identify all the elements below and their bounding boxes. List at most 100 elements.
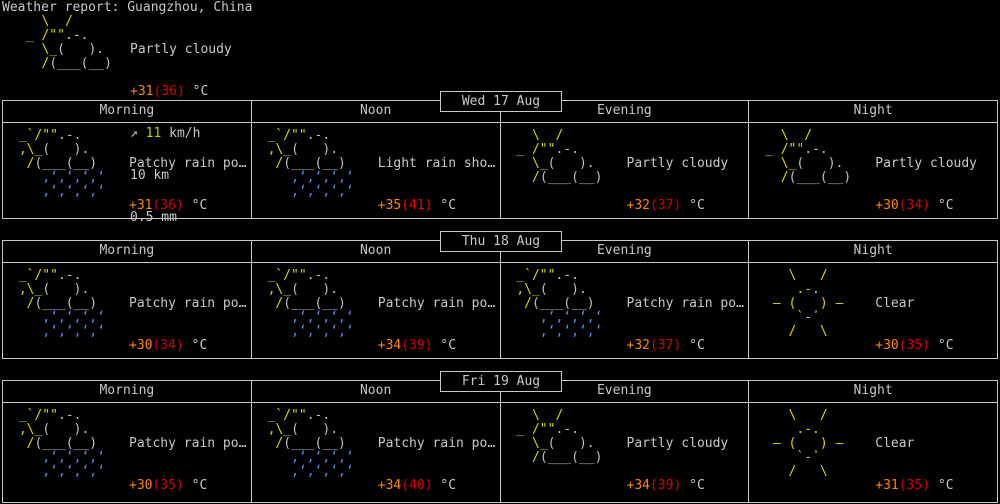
day-2-periods: Morning _`/"".-. ,\_( ). /(___(__) ‚ʻ‚ʻ‚… (2, 380, 998, 503)
temp-feels: (36) (152, 198, 184, 213)
temp-main: +31 (875, 478, 899, 493)
temperature-row: +35(41) °C (378, 199, 495, 213)
temp-unit: °C (432, 338, 457, 353)
period-cell-night: Night \ / .-. ― ( ) ― `-᾿ / \ Clear +30(… (749, 241, 997, 358)
day-tab-0: Wed 17 Aug (440, 91, 562, 112)
condition-text: Patchy rain po… (129, 436, 247, 451)
temperature-row: +30(35) °C (875, 339, 969, 353)
condition-text: Clear (875, 296, 915, 311)
temp-main: +34 (626, 478, 650, 493)
period-cell-noon: Noon _`/"".-. ,\_( ). /(___(__) ‚ʻ‚ʻ‚ʻ‚ʻ… (251, 241, 501, 358)
condition-text: Patchy rain po… (129, 156, 247, 171)
weather-icon: _`/"".-. ,\_( ). /(___(__) ‚ʻ‚ʻ‚ʻ‚ʻ ‚ʻ‚ʻ… (11, 128, 113, 199)
period-label: Morning (3, 381, 251, 403)
weather-icon: _`/"".-. ,\_( ). /(___(__) ‚ʻ‚ʻ‚ʻ‚ʻ ‚ʻ‚ʻ… (11, 268, 113, 339)
period-cell-noon: Noon _`/"".-. ,\_( ). /(___(__) ‚ʻ‚ʻ‚ʻ‚ʻ… (251, 381, 501, 502)
temp-feels: (41) (401, 198, 433, 213)
period-cell-evening: Evening _`/"".-. ,\_( ). /(___(__) ‚ʻ‚ʻ‚… (500, 241, 750, 358)
temp-unit: °C (681, 478, 705, 493)
weather-icon: \ / .-. ― ( ) ― `-᾿ / \ (757, 268, 859, 339)
day-tab-1: Thu 18 Aug (440, 231, 562, 252)
temp-feels: (35) (898, 338, 931, 353)
header-temperature: +31(36) °C (130, 85, 232, 99)
weather-icon: \ / _ /"".-. \_( ). /(___(__) (757, 128, 860, 185)
temperature-row: +34(39) °C (627, 479, 729, 493)
day-0-periods: Morning _`/"".-. ,\_( ). /(___(__) ‚ʻ‚ʻ‚… (2, 100, 998, 219)
forecast-day-1: Thu 18 Aug Morning _`/"".-. ,\_( ). /(__… (2, 231, 998, 359)
temp-main: +32 (626, 338, 650, 353)
period-cell-evening: Evening \ / _ /"".-. \_( ). /(___(__) Pa… (500, 381, 750, 502)
condition-text: Clear (875, 436, 915, 451)
temperature-row: +31(35) °C (875, 479, 969, 493)
condition-text: Patchy rain po… (377, 436, 496, 451)
temperature-row: +34(40) °C (378, 479, 495, 493)
temperature-row: +30(34) °C (875, 199, 977, 213)
temp-main: +34 (377, 478, 402, 493)
temp-main: +35 (377, 198, 402, 213)
temp-unit: °C (183, 478, 208, 493)
temp-main: +30 (129, 478, 153, 493)
temperature-row: +31(36) °C (129, 199, 246, 213)
weather-icon: \ / .-. ― ( ) ― `-᾿ / \ (757, 408, 859, 479)
day-tab-2: Fri 19 Aug (440, 371, 562, 392)
temp-unit: °C (681, 338, 705, 353)
weather-icon: _`/"".-. ,\_( ). /(___(__) ‚ʻ‚ʻ‚ʻ‚ʻ ‚ʻ‚ʻ… (259, 268, 362, 339)
period-cell-evening: Evening \ / _ /"".-. \_( ). /(___(__) Pa… (500, 101, 750, 218)
weather-icon: _`/"".-. ,\_( ). /(___(__) ‚ʻ‚ʻ‚ʻ‚ʻ ‚ʻ‚ʻ… (11, 408, 113, 479)
period-label: Morning (3, 101, 251, 123)
condition-text: Light rain sho… (377, 156, 496, 171)
condition-text: Partly cloudy (626, 436, 729, 451)
period-cell-morning: Morning _`/"".-. ,\_( ). /(___(__) ‚ʻ‚ʻ‚… (3, 241, 252, 358)
header-weather-icon: \ / _ /"".-. \_( ). /(___(__) (18, 14, 120, 71)
temp-unit: °C (930, 198, 954, 213)
temperature-row: +32(37) °C (627, 199, 729, 213)
temp-feels: (39) (649, 478, 682, 493)
condition-text: Partly cloudy (626, 156, 729, 171)
terminal-screen: Weather report: Guangzhou, China \ / _ /… (0, 0, 1000, 504)
temperature-row: +34(39) °C (378, 339, 495, 353)
temp-main: +34 (377, 338, 402, 353)
period-cell-noon: Noon _`/"".-. ,\_( ). /(___(__) ‚ʻ‚ʻ‚ʻ‚ʻ… (251, 101, 501, 218)
period-label: Night (749, 241, 997, 263)
temp-feels: (40) (401, 478, 433, 493)
temperature-row: +30(35) °C (129, 479, 246, 493)
temp-feels: (37) (649, 338, 682, 353)
temp-unit: °C (183, 198, 208, 213)
header-temp-feels: (36) (153, 84, 185, 99)
condition-text: Patchy rain po… (129, 296, 247, 311)
temp-main: +30 (129, 338, 153, 353)
temperature-row: +30(34) °C (129, 339, 246, 353)
temp-unit: °C (681, 198, 705, 213)
temperature-row: +32(37) °C (627, 339, 744, 353)
header-temp-unit: °C (184, 84, 209, 99)
temp-main: +30 (875, 338, 899, 353)
condition-text: Patchy rain po… (377, 296, 496, 311)
period-cell-morning: Morning _`/"".-. ,\_( ). /(___(__) ‚ʻ‚ʻ‚… (3, 381, 252, 502)
forecast-day-2: Fri 19 Aug Morning _`/"".-. ,\_( ). /(__… (2, 371, 998, 503)
temp-unit: °C (183, 338, 208, 353)
forecast-day-0: Wed 17 Aug Morning _`/"".-. ,\_( ). /(__… (2, 91, 998, 219)
temp-main: +31 (129, 198, 153, 213)
condition-text: Partly cloudy (875, 156, 977, 171)
weather-icon: \ / _ /"".-. \_( ). /(___(__) (508, 128, 611, 185)
temp-feels: (39) (401, 338, 433, 353)
temp-main: +32 (626, 198, 650, 213)
header-condition: Partly cloudy (130, 42, 232, 57)
weather-icon: _`/"".-. ,\_( ). /(___(__) ‚ʻ‚ʻ‚ʻ‚ʻ ‚ʻ‚ʻ… (508, 268, 611, 339)
period-cell-night: Night \ / .-. ― ( ) ― `-᾿ / \ Clear +31(… (749, 381, 997, 502)
header-temp-main: +31 (130, 84, 154, 99)
day-1-periods: Morning _`/"".-. ,\_( ). /(___(__) ‚ʻ‚ʻ‚… (2, 240, 998, 359)
weather-icon: _`/"".-. ,\_( ). /(___(__) ‚ʻ‚ʻ‚ʻ‚ʻ ‚ʻ‚ʻ… (259, 408, 362, 479)
condition-text: Patchy rain po… (626, 296, 744, 311)
period-label: Night (749, 101, 997, 123)
weather-report-header: Weather report: Guangzhou, China \ / _ /… (0, 0, 1000, 225)
temp-feels: (35) (152, 478, 184, 493)
period-cell-morning: Morning _`/"".-. ,\_( ). /(___(__) ‚ʻ‚ʻ‚… (3, 101, 252, 218)
temp-main: +30 (875, 198, 899, 213)
page-title: Weather report: Guangzhou, China (2, 0, 253, 15)
period-label: Night (749, 381, 997, 403)
period-label: Morning (3, 241, 251, 263)
temp-feels: (34) (898, 198, 931, 213)
weather-icon: \ / _ /"".-. \_( ). /(___(__) (508, 408, 611, 465)
temp-unit: °C (930, 338, 954, 353)
